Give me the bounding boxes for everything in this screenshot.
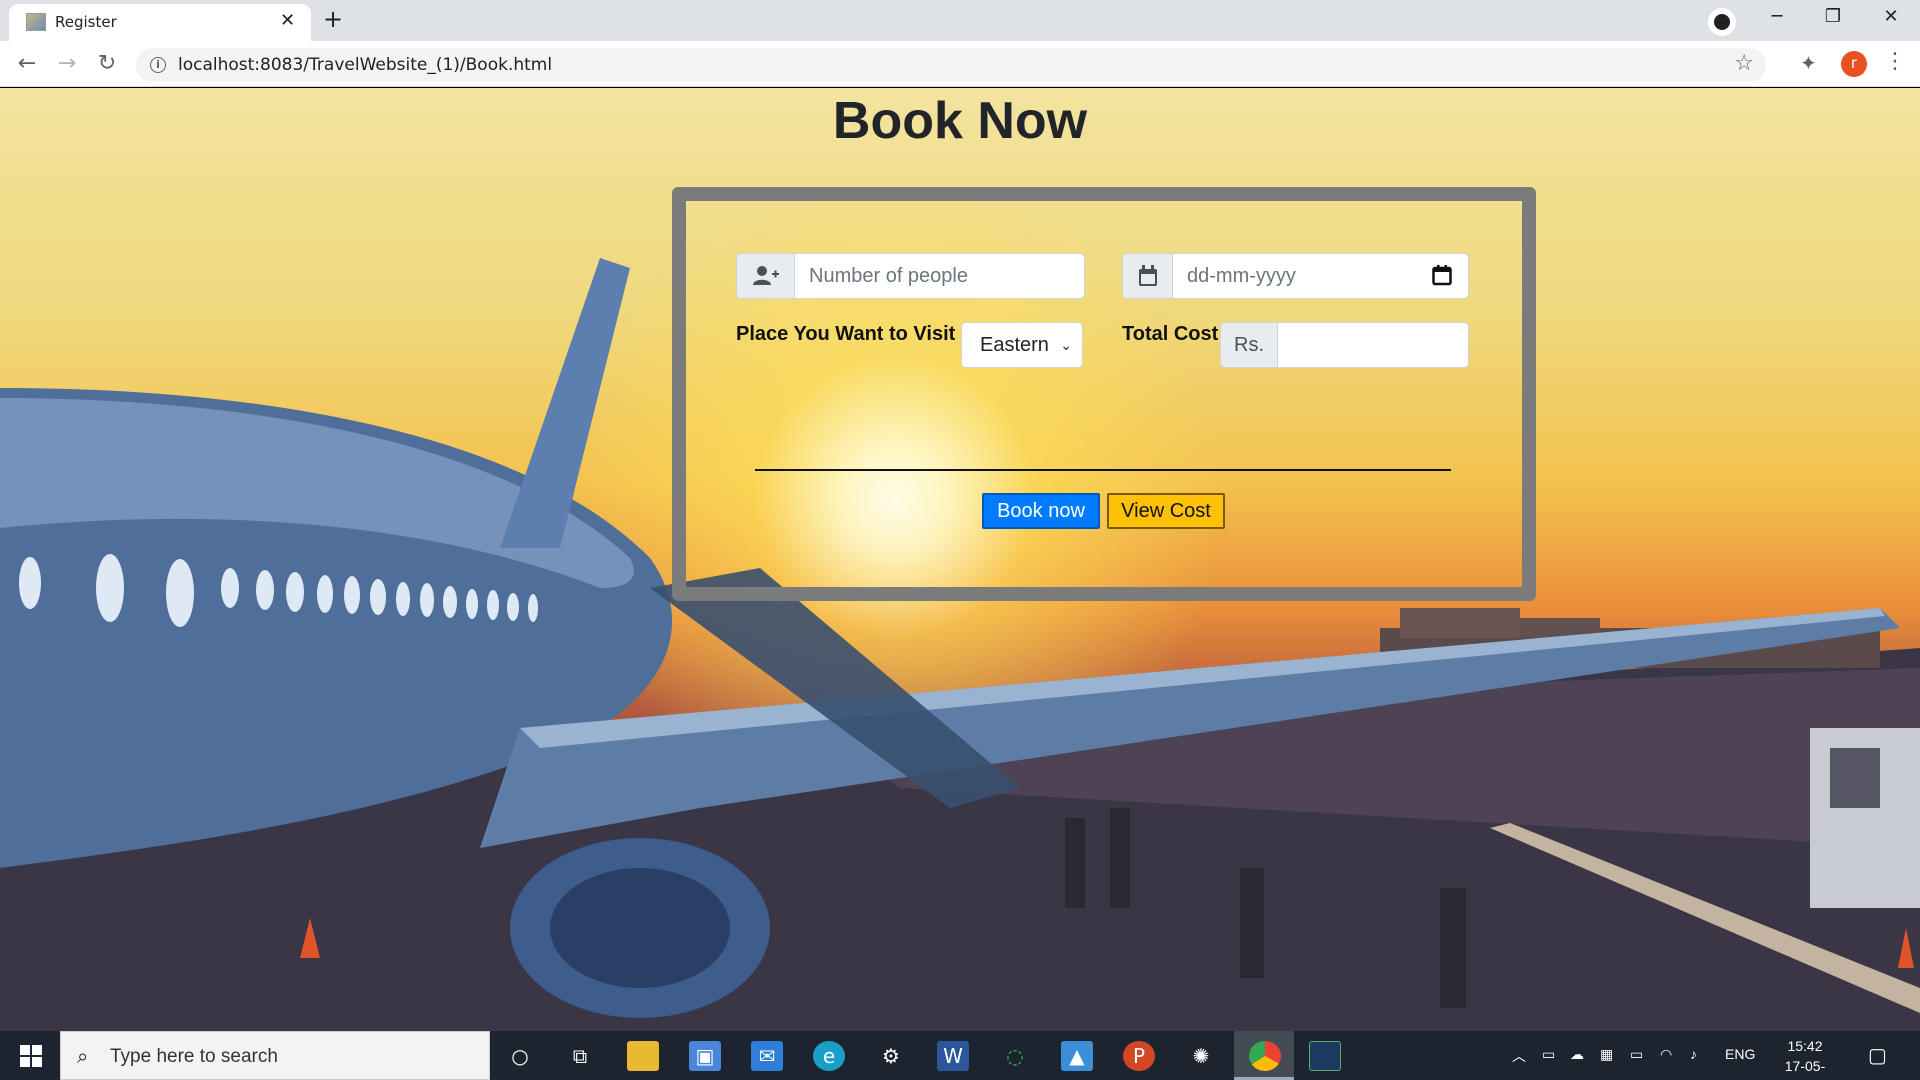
store-icon[interactable]: ▣ — [689, 1041, 721, 1071]
browser-tab[interactable]: Register ✕ — [9, 4, 311, 41]
booking-form: Number of people dd-mm-yyyy Place You Wa… — [686, 201, 1522, 587]
total-cost-input[interactable] — [1278, 323, 1468, 367]
browser-tab-bar: Register ✕ + ─ ❐ ✕ — [0, 0, 1920, 41]
place-selected-value: Eastern — [980, 334, 1049, 356]
minimize-icon[interactable]: ─ — [1757, 6, 1797, 27]
people-input-group: Number of people — [736, 253, 1085, 299]
people-input[interactable]: Number of people — [795, 254, 1084, 298]
notifications-icon[interactable]: ▢ — [1868, 1043, 1887, 1068]
mail-icon[interactable]: ✉ — [751, 1041, 783, 1071]
bookmark-star-icon[interactable]: ☆ — [1734, 51, 1754, 76]
taskbar-clock[interactable]: 15:42 17-05-2021 — [1770, 1036, 1840, 1080]
profile-avatar[interactable]: r — [1841, 51, 1867, 77]
task-view-icon[interactable]: ⧉ — [564, 1041, 596, 1071]
chrome-icon[interactable] — [1249, 1041, 1281, 1071]
settings-gear-icon[interactable]: ⚙ — [875, 1041, 907, 1071]
window-close-icon[interactable]: ✕ — [1871, 6, 1911, 27]
address-bar[interactable]: i localhost:8083/TravelWebsite_(1)/Book.… — [136, 48, 1766, 82]
total-cost-group: Rs. — [1220, 322, 1469, 368]
file-explorer-icon[interactable] — [627, 1041, 659, 1071]
meet-now-icon[interactable]: ▭ — [1542, 1046, 1555, 1063]
back-icon[interactable]: ← — [12, 49, 42, 79]
word-icon[interactable]: W — [937, 1041, 969, 1071]
clock-date: 17-05-2021 — [1784, 1058, 1826, 1080]
windows-start-icon[interactable] — [10, 1043, 48, 1069]
book-now-button[interactable]: Book now — [982, 493, 1100, 529]
new-tab-button[interactable]: + — [318, 5, 348, 35]
volume-icon[interactable]: ♪ — [1690, 1046, 1697, 1062]
app-gear-icon[interactable]: ✺ — [1185, 1041, 1217, 1071]
url-text[interactable]: localhost:8083/TravelWebsite_(1)/Book.ht… — [178, 55, 552, 75]
date-input-group: dd-mm-yyyy — [1122, 253, 1469, 299]
battery-icon[interactable]: ▭ — [1630, 1046, 1643, 1063]
photos-icon[interactable]: ▲ — [1061, 1041, 1093, 1071]
place-label: Place You Want to Visit — [736, 323, 956, 345]
wifi-icon[interactable]: ◠ — [1660, 1046, 1672, 1063]
site-info-icon[interactable]: i — [150, 57, 166, 73]
reload-icon[interactable]: ↻ — [92, 49, 122, 79]
network-adapter-icon[interactable]: ▦ — [1600, 1046, 1613, 1063]
search-icon: ⌕ — [77, 1044, 89, 1068]
chevron-down-icon: ⌄ — [1060, 337, 1072, 353]
tab-close-icon[interactable]: ✕ — [280, 11, 295, 31]
tray-chevron-icon[interactable]: ︿ — [1512, 1046, 1526, 1066]
language-indicator[interactable]: ENG — [1725, 1046, 1755, 1062]
tab-title: Register — [55, 13, 117, 31]
browser-toolbar: ← → ↻ i localhost:8083/TravelWebsite_(1)… — [0, 41, 1920, 87]
extensions-puzzle-icon[interactable]: ✦ — [1800, 51, 1817, 75]
cortana-icon[interactable]: ○ — [504, 1041, 536, 1071]
date-picker-icon[interactable] — [1432, 264, 1452, 292]
view-cost-button[interactable]: View Cost — [1107, 493, 1225, 529]
powerpoint-icon[interactable]: P — [1123, 1041, 1155, 1071]
browser-menu-icon[interactable]: ⋮ — [1884, 49, 1906, 74]
place-select[interactable]: Eastern ⌄ — [961, 322, 1083, 368]
calendar-icon — [1123, 254, 1173, 298]
currency-prefix: Rs. — [1221, 323, 1278, 367]
user-plus-icon — [737, 254, 795, 298]
terminal-icon[interactable] — [1309, 1041, 1341, 1071]
page-viewport: Book Now Number of people dd-mm-yyyy Pla… — [0, 88, 1920, 1031]
date-input[interactable]: dd-mm-yyyy — [1173, 254, 1468, 298]
date-placeholder: dd-mm-yyyy — [1187, 264, 1296, 287]
forward-icon[interactable]: → — [52, 49, 82, 79]
booking-form-frame: Number of people dd-mm-yyyy Place You Wa… — [672, 187, 1536, 601]
total-cost-label: Total Cost — [1122, 323, 1219, 345]
onedrive-icon[interactable]: ☁ — [1570, 1046, 1584, 1063]
page-title: Book Now — [832, 92, 1088, 150]
taskbar-search-box[interactable]: ⌕ Type here to search — [60, 1031, 490, 1080]
edge-icon[interactable]: e — [813, 1041, 845, 1071]
clock-time: 15:42 — [1787, 1038, 1823, 1054]
refresh-app-icon[interactable]: ◌ — [999, 1041, 1031, 1071]
tab-search-icon[interactable] — [1708, 8, 1736, 36]
taskbar-search-placeholder: Type here to search — [110, 1046, 278, 1067]
form-divider — [755, 469, 1451, 471]
restore-icon[interactable]: ❐ — [1813, 6, 1853, 27]
tab-favicon-icon — [26, 13, 46, 31]
windows-taskbar: ⌕ Type here to search ○ ⧉ ▣ ✉ e ⚙ W ◌ ▲ … — [0, 1031, 1920, 1080]
